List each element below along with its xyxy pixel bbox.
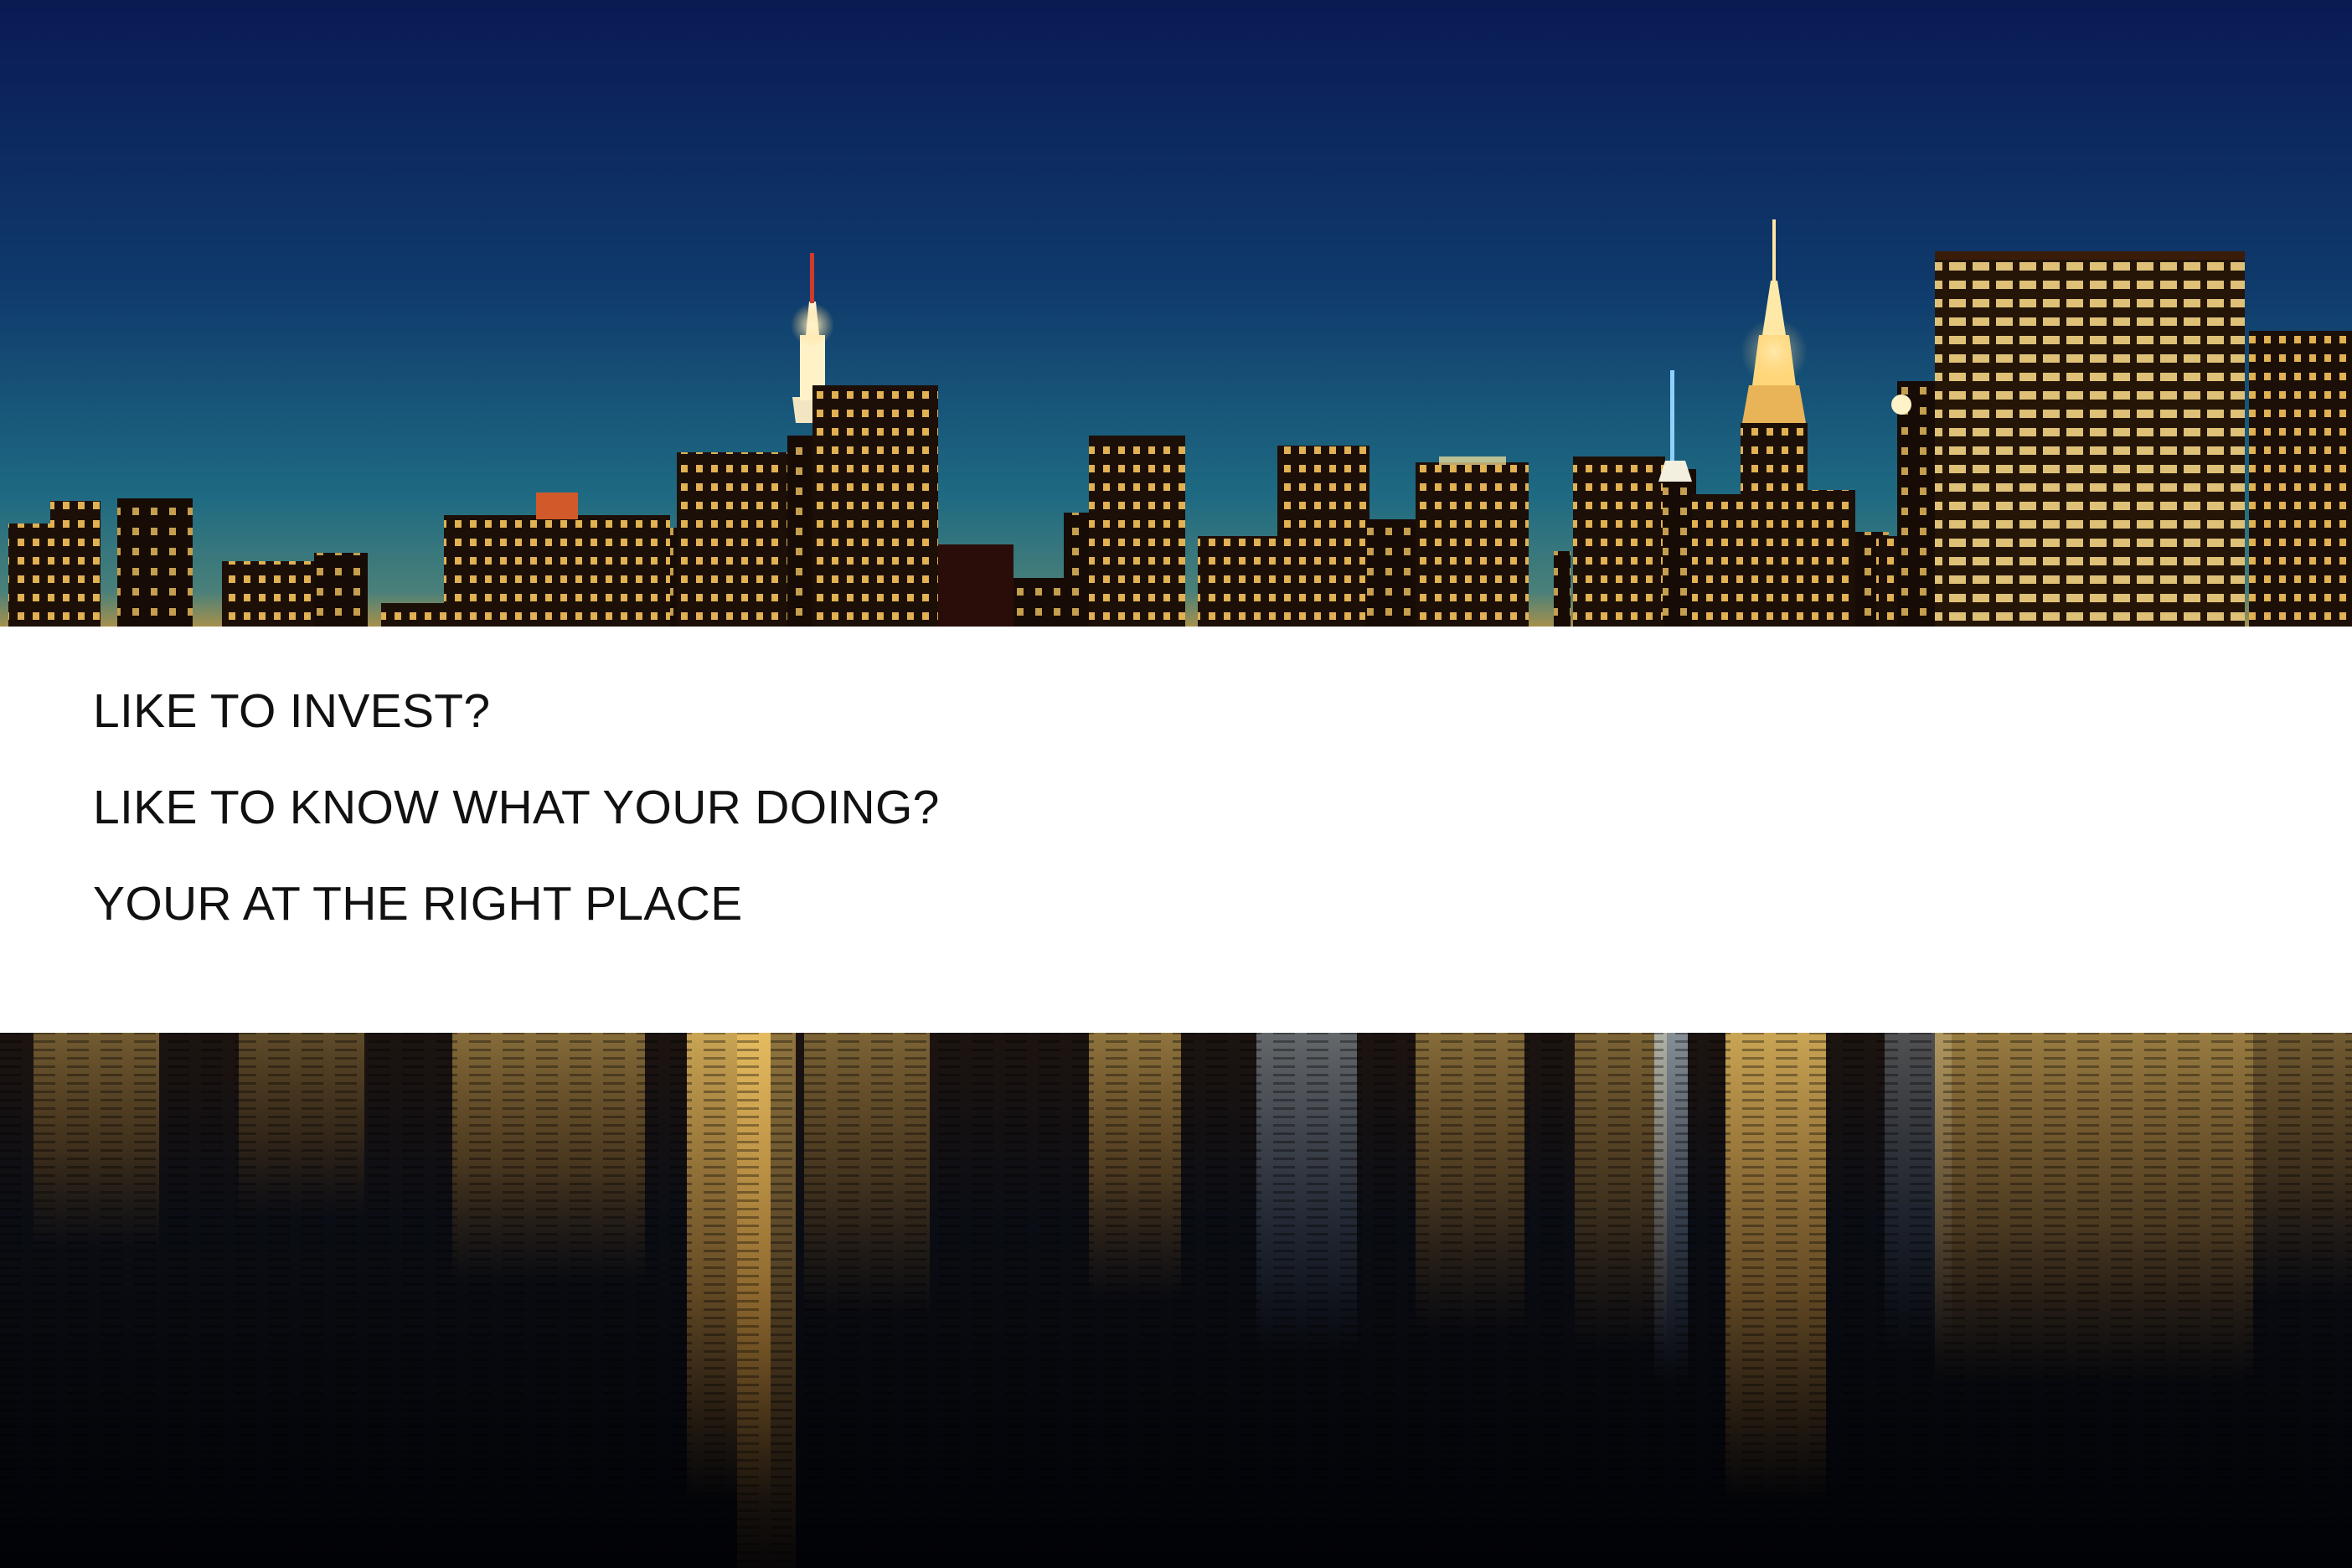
message-banner: LIKE TO INVEST? LIKE TO KNOW WHAT YOUR D…	[0, 627, 2352, 1033]
headline-invest: LIKE TO INVEST?	[93, 684, 491, 738]
headline-know: LIKE TO KNOW WHAT YOUR DOING?	[93, 781, 940, 834]
light-reflections	[0, 1032, 2352, 1568]
headline-right-place: YOUR AT THE RIGHT PLACE	[93, 877, 743, 931]
